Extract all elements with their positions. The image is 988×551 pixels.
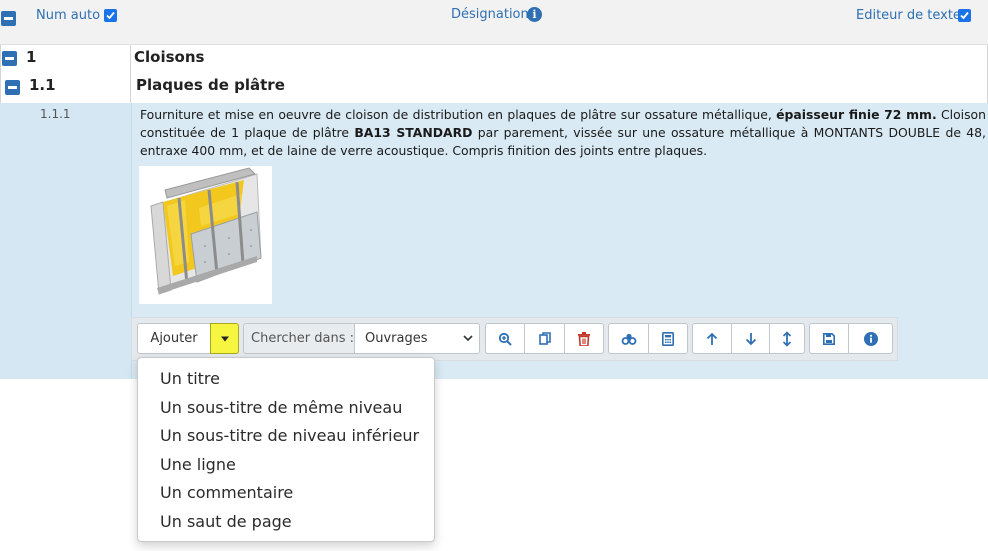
designation-info-icon[interactable]: i [527,7,542,22]
link-icon [621,333,636,345]
row-1-1-number: 1.1 [29,76,56,94]
add-button[interactable]: Ajouter [137,323,211,354]
arrows-vertical-icon [782,330,792,347]
desc-bold-board: BA13 STANDARD [354,125,473,140]
editor-label: Editeur de texte [856,8,961,23]
move-up-button[interactable] [692,323,732,354]
menu-item-page-break[interactable]: Un saut de page [160,512,292,531]
calculator-button[interactable] [648,323,688,354]
move-button[interactable] [769,323,805,354]
editor-checkbox[interactable] [958,9,971,22]
row-1-number: 1 [26,48,37,66]
copy-button[interactable] [524,323,565,354]
add-dropdown-menu: Un titre Un sous-titre de même niveau Un… [137,357,435,542]
save-icon [823,332,835,345]
desc-bold-thickness: épaisseur finie 72 mm. [776,107,937,122]
menu-item-comment[interactable]: Un commentaire [160,483,293,502]
search-in-value: Ouvrages [365,331,428,346]
save-button[interactable] [809,323,849,354]
num-auto-checkbox[interactable] [104,9,117,22]
column-divider [130,45,131,103]
menu-item-title[interactable]: Un titre [160,369,220,388]
menu-item-subtitle-lower-level[interactable]: Un sous-titre de niveau inférieur [160,426,419,445]
arrow-up-icon [706,332,718,345]
search-in-label: Chercher dans : [243,323,355,354]
move-down-button[interactable] [731,323,770,354]
plasterboard-wall-image [139,166,272,304]
chevron-down-icon [463,335,473,342]
collapse-all-icon[interactable] [1,11,16,26]
designation-label: Désignation [451,7,529,22]
info-icon [863,331,878,346]
delete-button[interactable] [564,323,604,354]
trash-icon [578,331,590,346]
collapse-row-1-icon[interactable] [2,51,17,66]
link-button[interactable] [608,323,649,354]
arrow-down-icon [745,332,756,345]
copy-icon [538,331,551,345]
collapse-row-1-1-icon[interactable] [5,80,20,95]
info-button[interactable] [848,323,893,354]
row-1-1-title[interactable]: Plaques de plâtre [136,76,285,94]
desc-part-1: Fourniture et mise en oeuvre de cloison … [140,107,777,122]
add-dropdown-toggle[interactable] [210,323,239,354]
caret-down-icon [220,336,229,341]
row-1-title[interactable]: Cloisons [134,48,204,66]
menu-item-line[interactable]: Une ligne [160,455,236,474]
item-number: 1.1.1 [40,107,71,121]
search-in-select[interactable]: Ouvrages [354,323,480,354]
item-description[interactable]: Fourniture et mise en oeuvre de cloison … [140,106,986,160]
menu-item-subtitle-same-level[interactable]: Un sous-titre de même niveau [160,398,402,417]
zoom-in-icon [498,332,512,346]
num-auto-label: Num auto [36,8,101,23]
calculator-icon [662,331,674,346]
zoom-button[interactable] [485,323,525,354]
